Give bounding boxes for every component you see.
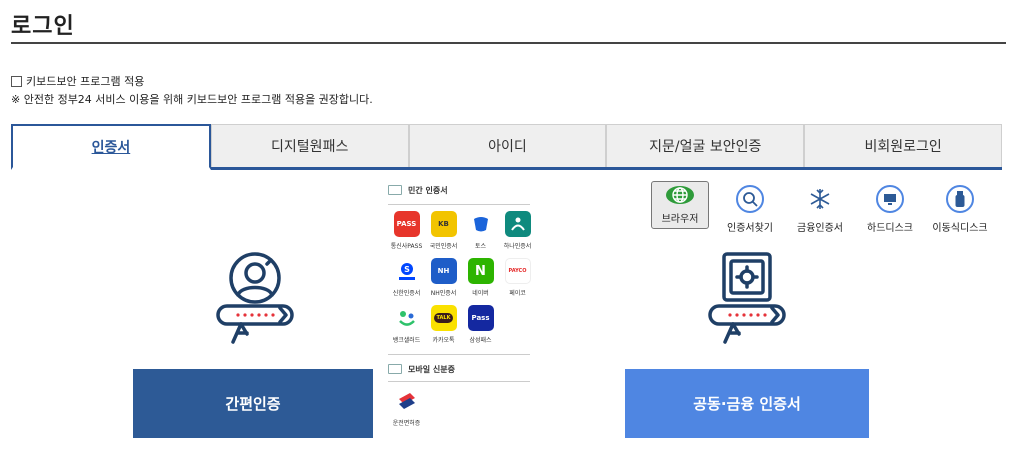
provider-name: 토스	[474, 243, 487, 250]
provider-shinhan[interactable]: S 신한인증서	[388, 258, 425, 297]
private-cert-panel: 민간 인증서 PASS 통신사PASS KB 국민인증서 토스 하나인증서 S	[388, 182, 534, 467]
nh-logo-icon: NH	[430, 258, 457, 284]
media-find-cert[interactable]: 인증서찾기	[721, 185, 779, 234]
provider-name: 운전면허증	[392, 420, 421, 427]
id-card-icon	[388, 185, 402, 195]
simple-auth-user-icon	[216, 252, 294, 344]
snowflake-icon	[806, 185, 834, 213]
media-hard-disk[interactable]: 하드디스크	[861, 185, 919, 234]
usb-drive-icon	[946, 185, 974, 213]
media-financial-cert[interactable]: 금융인증서	[791, 185, 849, 234]
payco-logo-icon: PAYCO	[504, 258, 531, 284]
shinhan-logo-icon: S	[393, 258, 420, 284]
provider-toss[interactable]: 토스	[462, 211, 499, 250]
provider-naver[interactable]: N 네이버	[462, 258, 499, 297]
tab-id[interactable]: 아이디	[408, 124, 607, 167]
tab-biometric[interactable]: 지문/얼굴 보안인증	[606, 124, 805, 167]
pass-logo-icon: PASS	[393, 211, 420, 237]
provider-banksalad[interactable]: 뱅크샐러드	[388, 305, 425, 344]
toss-logo-icon	[467, 211, 494, 237]
tab-digital-onepass[interactable]: 디지털원패스	[210, 124, 409, 167]
provider-hana[interactable]: 하나인증서	[499, 211, 536, 250]
provider-kb[interactable]: KB 국민인증서	[425, 211, 462, 250]
provider-name: 카카오톡	[432, 337, 455, 344]
keyboard-security-checkbox[interactable]	[11, 75, 22, 87]
svg-text:S: S	[404, 265, 410, 274]
hana-logo-icon	[504, 211, 531, 237]
banksalad-logo-icon	[393, 305, 420, 331]
media-removable-disk[interactable]: 이동식디스크	[931, 185, 989, 234]
media-label: 브라우저	[661, 214, 699, 225]
keyboard-security-option[interactable]: 키보드보안 프로그램 적용	[11, 73, 144, 89]
private-cert-heading: 민간 인증서	[388, 182, 534, 198]
media-browser[interactable]: 브라우저	[651, 181, 709, 229]
provider-payco[interactable]: PAYCO 페이코	[499, 258, 536, 297]
media-label: 인증서찾기	[727, 223, 773, 234]
keyboard-security-notice: ※ 안전한 정부24 서비스 이용을 위해 키보드보안 프로그램 적용을 권장합…	[11, 93, 373, 106]
joint-cert-button[interactable]: 공동·금융 인증서	[625, 369, 869, 438]
keyboard-security-label: 키보드보안 프로그램 적용	[26, 75, 145, 88]
simple-auth-button[interactable]: 간편인증	[133, 369, 373, 438]
panel-divider	[388, 354, 530, 355]
provider-name: 하나인증서	[503, 243, 532, 250]
provider-name: 페이코	[509, 290, 526, 297]
mobile-id-heading: 모바일 신분증	[388, 361, 534, 377]
provider-name: 뱅크샐러드	[392, 337, 421, 344]
provider-name: 삼성패스	[469, 337, 492, 344]
media-label: 이동식디스크	[932, 223, 988, 234]
mobile-id-heading-text: 모바일 신분증	[408, 364, 455, 374]
provider-nh[interactable]: NH NH인증서	[425, 258, 462, 297]
private-cert-heading-text: 민간 인증서	[408, 185, 448, 195]
magnifier-icon	[736, 185, 764, 213]
provider-pass[interactable]: PASS 통신사PASS	[388, 211, 425, 250]
monitor-icon	[876, 185, 904, 213]
cert-storage-options: 브라우저 인증서찾기 금융인증서 하드디스크 이동식디스크	[651, 181, 989, 234]
provider-name: 네이버	[472, 290, 489, 297]
provider-name: 통신사PASS	[390, 243, 423, 250]
provider-samsung[interactable]: Pass 삼성패스	[462, 305, 499, 344]
kakao-logo-icon: TALK	[430, 305, 457, 331]
provider-name: 국민인증서	[429, 243, 458, 250]
joint-cert-safe-icon	[708, 252, 786, 344]
media-label: 금융인증서	[797, 223, 843, 234]
media-label: 하드디스크	[867, 223, 913, 234]
naver-logo-icon: N	[467, 258, 494, 284]
private-cert-provider-grid: PASS 통신사PASS KB 국민인증서 토스 하나인증서 S 신한인증서 N	[388, 211, 534, 344]
driver-license-icon	[393, 388, 420, 414]
provider-name: 신한인증서	[392, 290, 421, 297]
panel-divider	[388, 204, 530, 205]
samsung-pass-logo-icon: Pass	[467, 305, 494, 331]
mobile-id-driver-license[interactable]: 운전면허증	[388, 388, 425, 427]
kb-logo-icon: KB	[430, 211, 457, 237]
tab-guest-login[interactable]: 비회원로그인	[804, 124, 1002, 167]
tab-certificate[interactable]: 인증서	[11, 124, 211, 170]
login-method-tabs: 인증서 디지털원패스 아이디 지문/얼굴 보안인증 비회원로그인	[11, 124, 1002, 170]
id-card-icon	[388, 364, 402, 374]
panel-divider	[388, 381, 530, 382]
globe-icon	[666, 186, 694, 204]
provider-name: NH인증서	[430, 290, 457, 297]
provider-kakao[interactable]: TALK 카카오톡	[425, 305, 462, 344]
title-divider	[11, 42, 1006, 44]
page-title: 로그인	[11, 14, 75, 39]
